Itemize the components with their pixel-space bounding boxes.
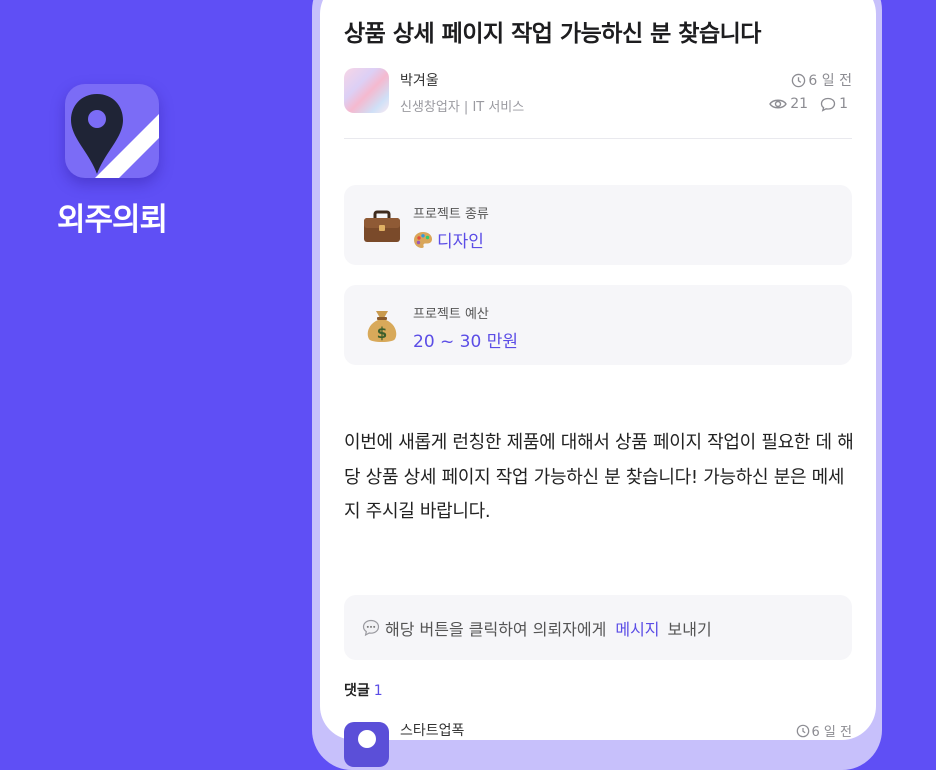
author-meta: 신생창업자 | IT 서비스 — [400, 100, 525, 115]
author-name[interactable]: 박겨울 — [400, 70, 439, 90]
author-avatar[interactable] — [344, 68, 389, 113]
comments-header: 댓글 1 — [344, 680, 383, 700]
comments-count: 1 — [839, 96, 848, 112]
location-pin-icon — [71, 94, 159, 178]
project-budget-card: $ 프로젝트 예산 20 ~ 30 만원 — [344, 285, 852, 365]
views-stat: 21 — [769, 96, 808, 112]
app-icon[interactable] — [65, 84, 159, 178]
eye-icon — [769, 99, 788, 109]
post-stats: 21 1 — [769, 96, 848, 112]
post-body: 이번에 새롭게 런칭한 제품에 대해서 상품 페이지 작업이 필요한 데 해당 … — [344, 432, 854, 522]
comments-label: 댓글 — [344, 683, 370, 699]
message-prompt-text: 해당 버튼을 클릭하여 의뢰자에게 — [385, 619, 607, 639]
comment-author[interactable]: 스타트업폭 — [400, 720, 464, 740]
post-time-text: 6 일 전 — [808, 73, 852, 89]
speech-bubble-icon — [362, 619, 380, 636]
post-title: 상품 상세 페이지 작업 가능하신 분 찾습니다 — [344, 21, 761, 47]
comment-time-text: 6 일 전 — [811, 725, 852, 740]
divider — [344, 138, 852, 139]
svg-text:$: $ — [377, 324, 387, 342]
money-bag-icon: $ — [367, 311, 397, 342]
project-budget-value: 20 ~ 30 만원 — [413, 332, 518, 352]
views-count: 21 — [790, 96, 809, 112]
comment-avatar[interactable] — [344, 722, 389, 767]
briefcase-icon — [364, 210, 400, 242]
comment-time: 6 일 전 — [796, 721, 852, 740]
palette-icon — [414, 231, 432, 248]
message-prompt-suffix: 보내기 — [667, 619, 712, 639]
brand: 외주의뢰 — [52, 84, 172, 239]
message-prompt: 해당 버튼을 클릭하여 의뢰자에게 메시지 보내기 — [344, 595, 852, 660]
message-link[interactable]: 메시지 — [615, 616, 659, 640]
brand-name: 외주의뢰 — [56, 202, 168, 238]
project-type-card: 프로젝트 종류 디자인 — [344, 185, 852, 265]
project-type-value: 디자인 — [413, 227, 484, 252]
comment-icon — [820, 97, 836, 112]
project-type-label: 프로젝트 종류 — [413, 207, 489, 222]
clock-icon — [796, 724, 809, 737]
comments-stat: 1 — [820, 96, 848, 112]
clock-icon — [792, 73, 806, 87]
post-time: 6 일 전 — [791, 70, 852, 90]
project-type-text: 디자인 — [437, 232, 484, 252]
comments-header-count: 1 — [373, 683, 383, 699]
project-budget-label: 프로젝트 예산 — [413, 307, 489, 322]
